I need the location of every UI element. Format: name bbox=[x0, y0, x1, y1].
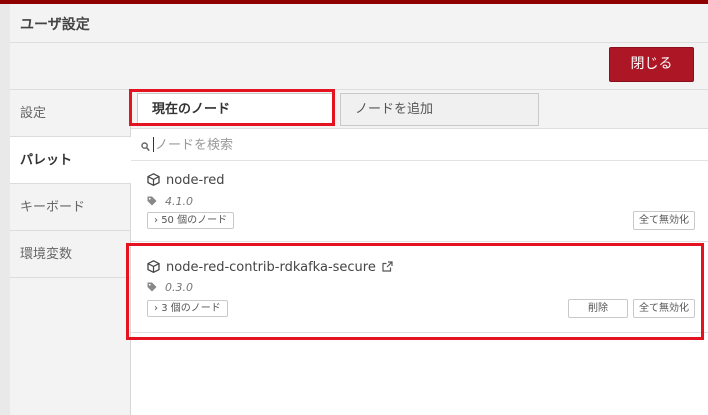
node-count-toggle[interactable]: › 50 個のノード bbox=[147, 212, 235, 229]
external-link-icon[interactable] bbox=[382, 261, 393, 276]
delete-button[interactable]: 削除 bbox=[568, 299, 628, 318]
list-item: node-red 4.1.0 › 50 個のノード 全て無効化 bbox=[131, 161, 708, 241]
cube-icon bbox=[147, 260, 160, 277]
tab-current-nodes[interactable]: 現在のノード bbox=[137, 93, 333, 126]
node-version-row: 4.1.0 bbox=[147, 195, 193, 209]
cube-icon bbox=[147, 173, 160, 190]
disable-all-button[interactable]: 全て無効化 bbox=[633, 211, 695, 230]
node-module-name: node-red bbox=[166, 173, 225, 188]
chevron-right-icon: › bbox=[154, 303, 158, 314]
node-count-toggle[interactable]: › 3 個のノード bbox=[147, 300, 228, 317]
dialog-header: ユーザ設定 bbox=[10, 4, 708, 43]
search-input[interactable] bbox=[153, 133, 697, 157]
row-divider bbox=[131, 241, 708, 242]
close-button[interactable]: 閉じる bbox=[609, 47, 694, 82]
sidebar-item-settings[interactable]: 設定 bbox=[10, 90, 130, 137]
palette-content: 現在のノード ノードを追加 node-red 4.1.0 › 50 個のノード … bbox=[131, 90, 708, 415]
sidebar-item-keyboard[interactable]: キーボード bbox=[10, 184, 130, 231]
node-version: 4.1.0 bbox=[165, 195, 193, 208]
disable-all-button[interactable]: 全て無効化 bbox=[633, 299, 695, 318]
tag-icon bbox=[147, 196, 157, 209]
dialog-toolbar: 閉じる bbox=[10, 43, 708, 90]
row-divider bbox=[131, 332, 708, 333]
node-module-name: node-red-contrib-rdkafka-secure bbox=[166, 260, 376, 275]
list-item: node-red-contrib-rdkafka-secure 0.3.0 › … bbox=[131, 250, 708, 332]
node-version: 0.3.0 bbox=[165, 281, 193, 294]
node-module-name-row: node-red-contrib-rdkafka-secure bbox=[147, 260, 393, 277]
tab-install-nodes[interactable]: ノードを追加 bbox=[340, 93, 539, 126]
node-search-bar bbox=[131, 129, 708, 161]
node-version-row: 0.3.0 bbox=[147, 281, 193, 295]
chevron-right-icon: › bbox=[154, 215, 158, 226]
node-module-name-row: node-red bbox=[147, 173, 224, 190]
tag-icon bbox=[147, 282, 157, 295]
dialog-title: ユーザ設定 bbox=[20, 17, 90, 33]
sidebar-item-env-vars[interactable]: 環境変数 bbox=[10, 231, 130, 278]
node-count-label: 3 個のノード bbox=[161, 303, 221, 314]
search-icon bbox=[141, 137, 150, 156]
node-count-label: 50 個のノード bbox=[161, 215, 228, 226]
palette-tabs: 現在のノード ノードを追加 bbox=[131, 90, 708, 129]
settings-sidebar: 設定 パレット キーボード 環境変数 bbox=[10, 90, 131, 415]
sidebar-item-palette[interactable]: パレット bbox=[10, 137, 131, 184]
